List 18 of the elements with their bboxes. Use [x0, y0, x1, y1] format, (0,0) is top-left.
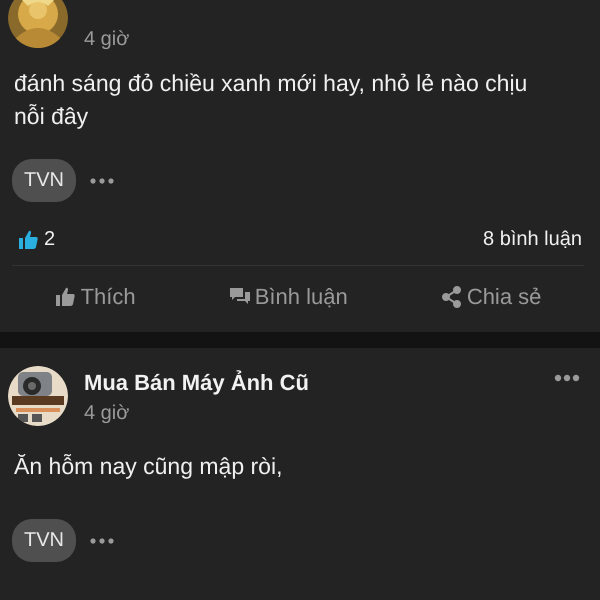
post-time: 4 giờ: [84, 402, 130, 425]
post-time: 4 giờ: [84, 28, 130, 51]
thumbs-up-icon: [54, 286, 77, 308]
more-icon[interactable]: [90, 178, 114, 184]
more-icon[interactable]: [554, 374, 580, 382]
comment-button[interactable]: Bình luận: [222, 280, 354, 314]
like-count: 2: [44, 228, 56, 251]
share-icon: [440, 286, 463, 308]
post-text: Ăn hỗm nay cũng mập ròi,: [13, 452, 284, 481]
share-button[interactable]: Chia sẻ: [434, 280, 548, 314]
thumbs-up-icon: [18, 228, 40, 250]
tag-chip[interactable]: TVN: [12, 519, 76, 562]
like-button[interactable]: Thích: [48, 280, 142, 314]
more-icon[interactable]: [90, 538, 114, 544]
author-name[interactable]: Mua Bán Máy Ảnh Cũ: [84, 370, 538, 396]
post-text: đánh sáng đỏ chiều xanh mới hay, nhỏ lẻ nào chịu nỗi đây: [13, 69, 528, 131]
comment-count[interactable]: 8 bình luận: [483, 228, 582, 251]
tag-chip[interactable]: TVN: [12, 159, 76, 202]
